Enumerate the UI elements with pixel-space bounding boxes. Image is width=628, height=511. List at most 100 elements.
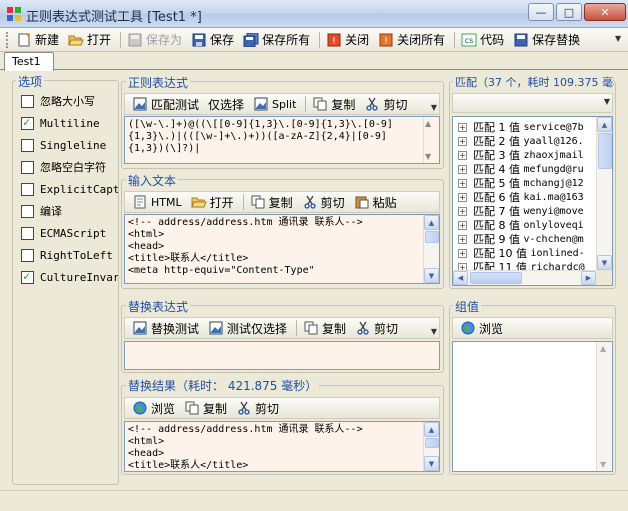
matches-toolbar-overflow-icon[interactable]: ▼ xyxy=(604,97,610,106)
match-item[interactable]: + 匹配 5 值 mchangj@12 xyxy=(458,176,596,190)
result-browse-button[interactable]: 浏览 xyxy=(129,398,178,418)
scroll-down-icon[interactable]: ▼ xyxy=(600,460,606,469)
split-button[interactable]: Split xyxy=(250,94,299,114)
option-checkbox[interactable] xyxy=(21,182,34,196)
scroll-up-icon[interactable]: ▲ xyxy=(425,119,431,128)
expand-icon[interactable]: + xyxy=(458,206,467,216)
option-explicit-capture[interactable]: ExplicitCaptu xyxy=(21,178,118,200)
regex-input[interactable]: ([\w-\.]+)@((\[[0-9]{1,3}\.[0-9]{1,3}\.[… xyxy=(124,116,440,164)
expand-icon[interactable]: + xyxy=(458,136,467,146)
option-compiled[interactable]: 编译 xyxy=(21,200,118,222)
matches-tree[interactable]: + 匹配 1 值 service@7b + 匹配 2 值 yaall@126. + 匹… xyxy=(452,116,613,286)
scroll-right-icon[interactable]: ▶ xyxy=(581,271,596,285)
close-tab-button[interactable]: ! 关闭 xyxy=(323,30,372,50)
expand-icon[interactable]: + xyxy=(458,220,467,230)
option-singleline[interactable]: Singleline xyxy=(21,134,118,156)
scroll-up-icon[interactable]: ▲ xyxy=(600,344,606,353)
option-right-to-left[interactable]: RightToLeft xyxy=(21,244,118,266)
scroll-down-icon[interactable]: ▼ xyxy=(425,152,431,161)
close-button[interactable]: ✕ xyxy=(584,3,626,21)
option-checkbox[interactable] xyxy=(21,94,34,108)
scroll-down-icon[interactable]: ▼ xyxy=(424,268,439,283)
matches-hscrollbar[interactable]: ◀ ▶ xyxy=(453,270,596,285)
option-culture-invariant[interactable]: CultureInvari xyxy=(21,266,118,288)
replace-copy-button[interactable]: 复制 xyxy=(300,318,349,338)
option-checkbox[interactable] xyxy=(21,138,34,152)
tab-test1[interactable]: Test1 xyxy=(4,52,54,71)
match-item[interactable]: + 匹配 10 值 ionlined- xyxy=(458,246,596,260)
code-button[interactable]: cs 代码 xyxy=(458,30,507,50)
regex-scrollbar[interactable]: ▲ ▼ xyxy=(423,117,439,163)
option-checkbox[interactable] xyxy=(21,160,34,174)
scroll-up-icon[interactable]: ▲ xyxy=(424,215,439,230)
input-textarea[interactable]: <!-- address/address.htm 通讯录 联系人--> <html… xyxy=(124,214,440,284)
scroll-thumb[interactable] xyxy=(425,438,439,448)
option-checkbox[interactable] xyxy=(21,204,34,218)
test-select-only-button[interactable]: 测试仅选择 xyxy=(205,318,290,338)
expand-icon[interactable]: + xyxy=(458,164,467,174)
save-as-button[interactable]: 保存为 xyxy=(124,30,185,50)
scroll-down-icon[interactable]: ▼ xyxy=(597,255,612,270)
groups-scrollbar[interactable]: ▲ ▼ xyxy=(596,342,612,471)
result-cut-button[interactable]: 剪切 xyxy=(233,398,282,418)
input-paste-button[interactable]: 粘贴 xyxy=(351,192,400,212)
save-replace-button[interactable]: 保存替换 xyxy=(510,30,583,50)
input-open-button[interactable]: 打开 xyxy=(188,192,237,212)
option-ignore-case[interactable]: 忽略大小写 xyxy=(21,90,118,112)
expand-icon[interactable]: + xyxy=(458,192,467,202)
close-all-button[interactable]: ! 关闭所有 xyxy=(375,30,448,50)
option-checkbox[interactable] xyxy=(21,115,34,130)
option-checkbox[interactable] xyxy=(21,248,34,262)
match-item[interactable]: + 匹配 9 值 v-chchen@m xyxy=(458,232,596,246)
option-checkbox[interactable] xyxy=(21,269,34,284)
option-multiline[interactable]: Multiline xyxy=(21,112,118,134)
replace-expression-input[interactable] xyxy=(124,341,440,370)
save-all-button[interactable]: 保存所有 xyxy=(240,30,313,50)
result-copy-button[interactable]: 复制 xyxy=(181,398,230,418)
minimize-button[interactable]: — xyxy=(528,3,554,21)
replace-result-textarea[interactable]: <!-- address/address.htm 通讯录 联系人--> <html… xyxy=(124,421,440,472)
groups-list[interactable]: ▲ ▼ xyxy=(452,341,613,472)
regex-cut-button[interactable]: 剪切 xyxy=(361,94,410,114)
expand-icon[interactable]: + xyxy=(458,150,467,160)
toolbar-grip[interactable] xyxy=(6,31,9,48)
scroll-thumb[interactable] xyxy=(425,231,439,243)
input-copy-button[interactable]: 复制 xyxy=(247,192,296,212)
scroll-thumb[interactable] xyxy=(470,272,522,284)
option-ecmascript[interactable]: ECMAScript xyxy=(21,222,118,244)
html-button[interactable]: HTML xyxy=(129,192,185,212)
input-scrollbar[interactable]: ▲ ▼ xyxy=(423,215,439,283)
open-button[interactable]: 打开 xyxy=(65,30,114,50)
scroll-down-icon[interactable]: ▼ xyxy=(424,456,439,471)
new-button[interactable]: 新建 xyxy=(13,30,62,50)
scroll-up-icon[interactable]: ▲ xyxy=(424,422,439,437)
select-only-button[interactable]: 仅选择 xyxy=(205,94,247,114)
regex-copy-button[interactable]: 复制 xyxy=(309,94,358,114)
toolbar-overflow-icon[interactable]: ▼ xyxy=(615,34,623,46)
match-item[interactable]: + 匹配 8 值 onlyloveqi xyxy=(458,218,596,232)
replace-test-button[interactable]: 替换测试 xyxy=(129,318,202,338)
match-test-button[interactable]: 匹配测试 xyxy=(129,94,202,114)
groups-browse-button[interactable]: 浏览 xyxy=(457,318,506,338)
match-item[interactable]: + 匹配 3 值 zhaoxjmail xyxy=(458,148,596,162)
match-item[interactable]: + 匹配 4 值 mefungd@ru xyxy=(458,162,596,176)
match-item[interactable]: + 匹配 2 值 yaall@126. xyxy=(458,134,596,148)
replace-cut-button[interactable]: 剪切 xyxy=(352,318,401,338)
match-item[interactable]: + 匹配 7 值 wenyi@move xyxy=(458,204,596,218)
match-item[interactable]: + 匹配 6 值 kai.ma@163 xyxy=(458,190,596,204)
result-scrollbar[interactable]: ▲ ▼ xyxy=(423,422,439,471)
option-ignore-whitespace[interactable]: 忽略空白字符 xyxy=(21,156,118,178)
matches-vscrollbar[interactable]: ▲ ▼ xyxy=(596,117,612,270)
regex-toolbar-overflow-icon[interactable]: ▼ xyxy=(431,103,437,112)
expand-icon[interactable]: + xyxy=(458,178,467,188)
expand-icon[interactable]: + xyxy=(458,122,467,132)
expand-icon[interactable]: + xyxy=(458,234,467,244)
option-checkbox[interactable] xyxy=(21,226,34,240)
input-cut-button[interactable]: 剪切 xyxy=(299,192,348,212)
scroll-up-icon[interactable]: ▲ xyxy=(597,117,612,132)
scroll-thumb[interactable] xyxy=(598,133,612,169)
maximize-button[interactable]: □ xyxy=(556,3,582,21)
expand-icon[interactable]: + xyxy=(458,248,467,258)
save-button[interactable]: 保存 xyxy=(188,30,237,50)
match-item[interactable]: + 匹配 1 值 service@7b xyxy=(458,120,596,134)
